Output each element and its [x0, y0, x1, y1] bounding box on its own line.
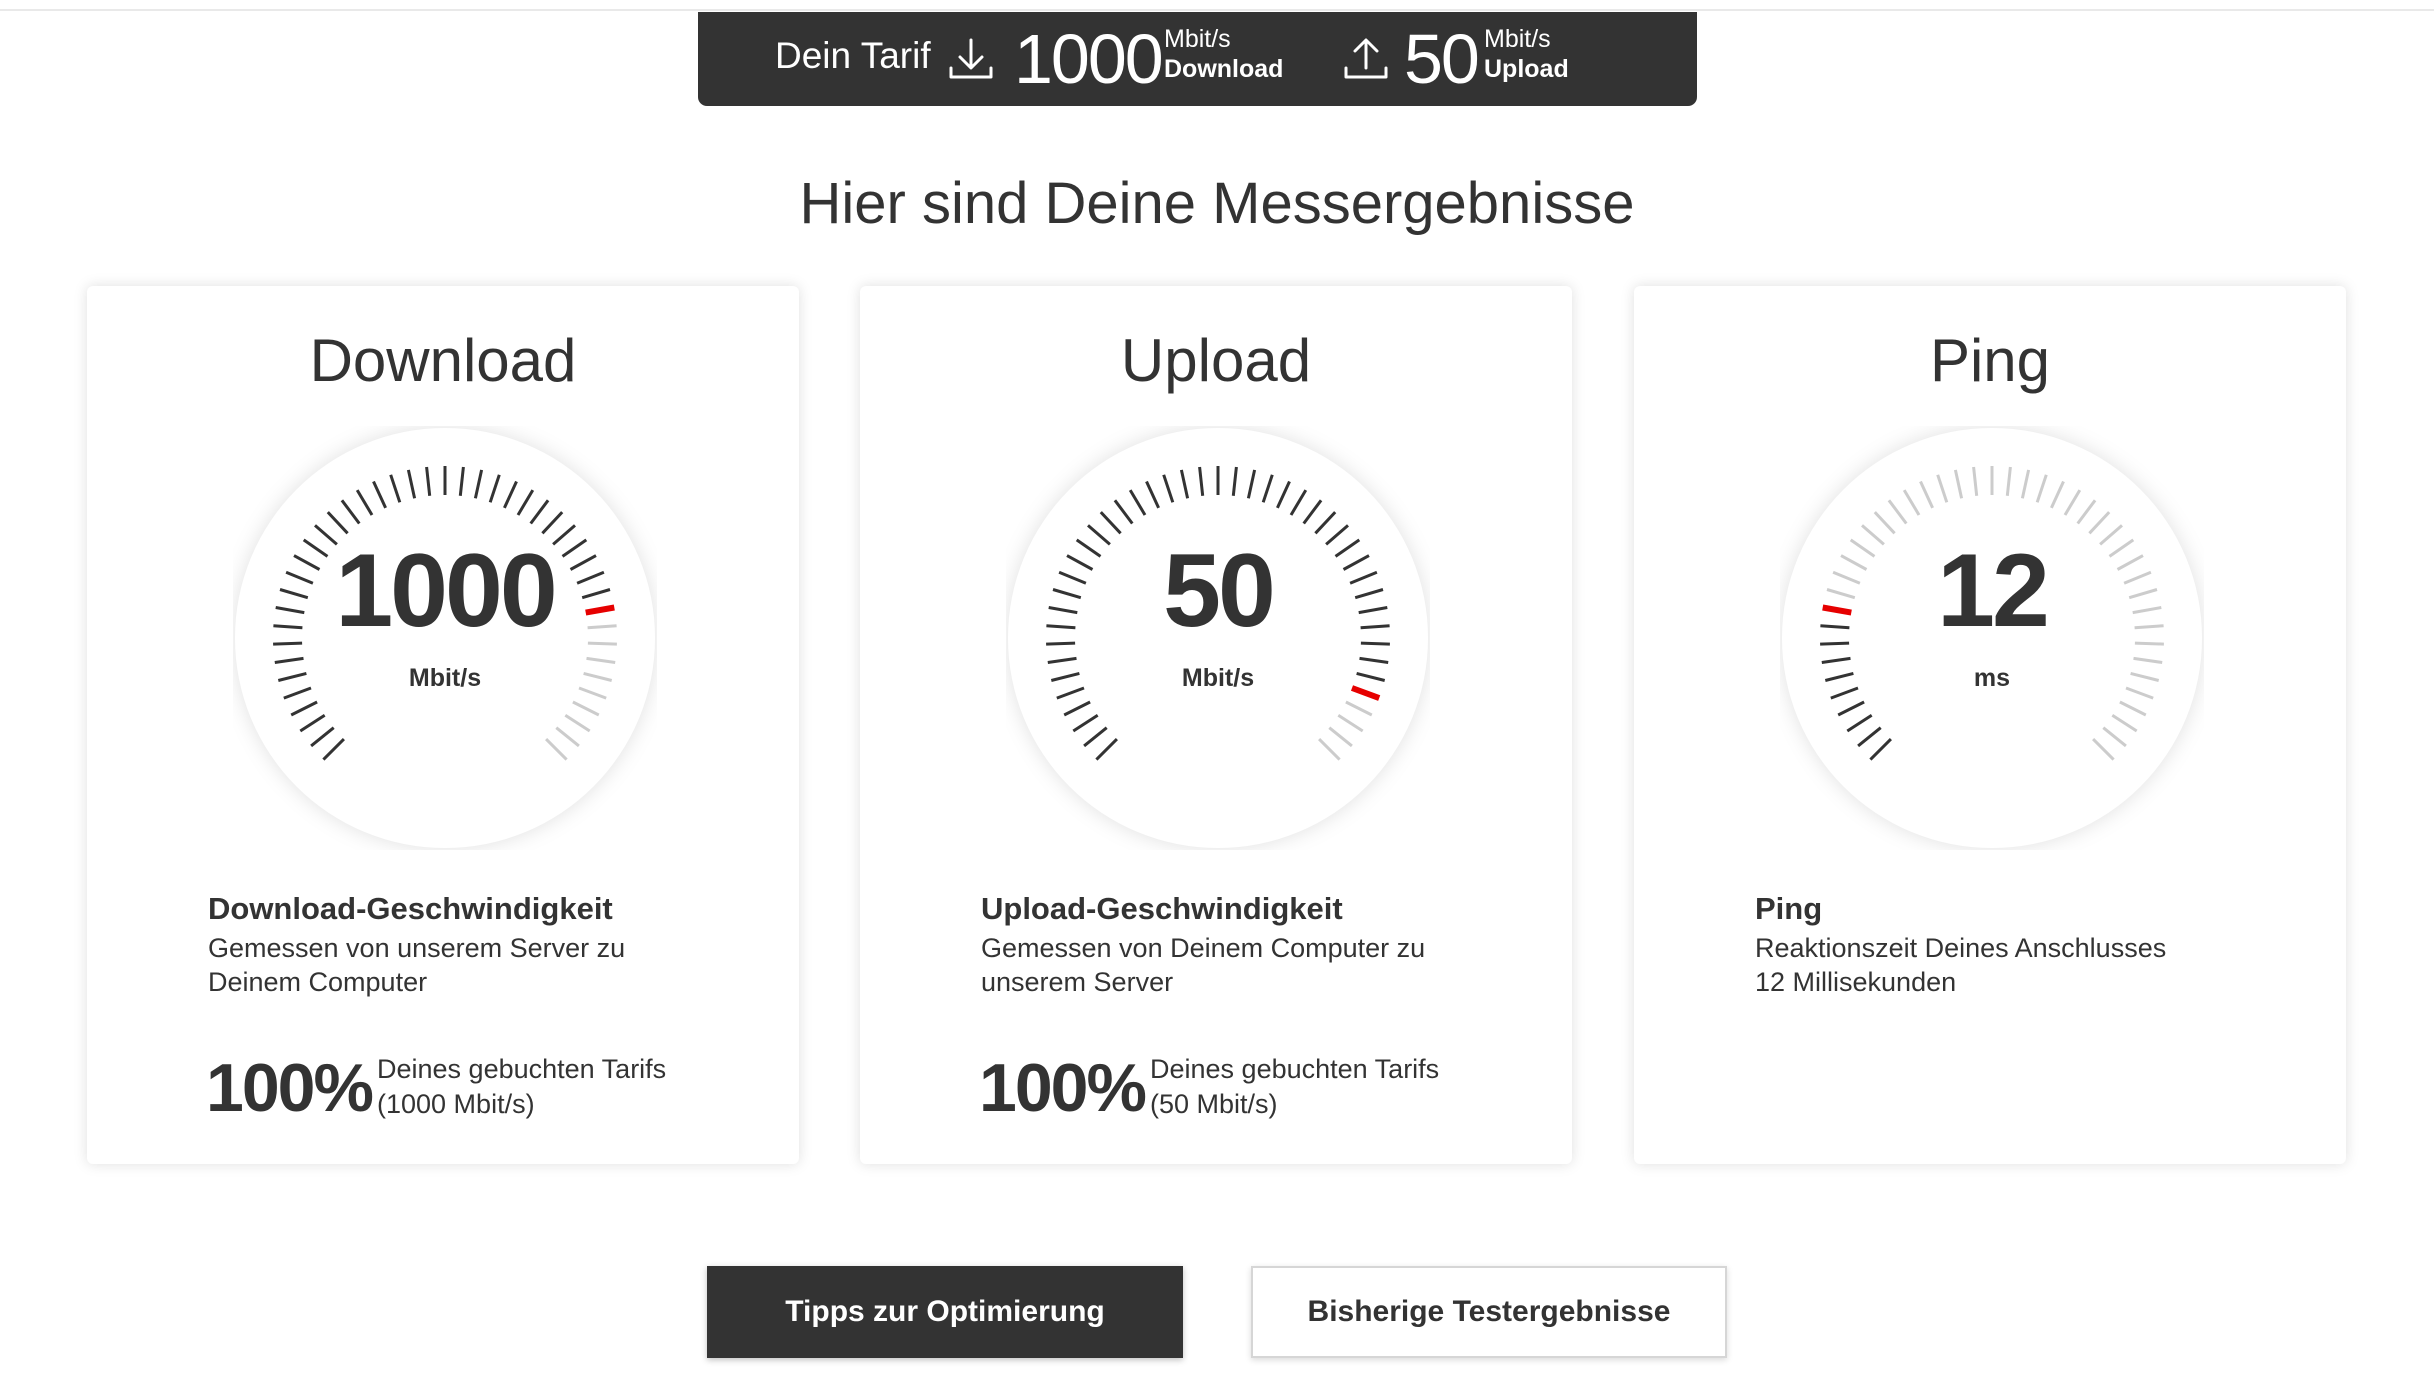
gauge-value: 1000	[335, 533, 554, 649]
gauge-tick	[587, 641, 617, 646]
metric-description-line: Gemessen von unserem Server zu	[208, 933, 626, 963]
ping-card: Ping 12 ms Ping Reaktionszeit Deines Ans…	[1634, 286, 2346, 1164]
metric-title: Upload-Geschwindigkeit	[981, 891, 1343, 926]
metric-description-line: Deinem Computer	[208, 967, 428, 997]
gauge-tick	[2134, 641, 2164, 646]
gauge-tick	[1820, 641, 1850, 646]
card-title: Upload	[1120, 327, 1312, 394]
gauge-value: 50	[1163, 533, 1273, 649]
upload-gauge: 50 Mbit/s	[1008, 428, 1428, 848]
download-gauge: 1000 Mbit/s	[235, 428, 655, 848]
gauge-tick	[273, 624, 303, 630]
metric-description-line: unserem Server	[981, 967, 1174, 997]
tariff-download-value: 1000	[1014, 20, 1164, 98]
card-title: Ping	[1929, 327, 2051, 394]
page-title: Hier sind Deine Messergebnisse	[799, 171, 1635, 236]
metric-description-line: Gemessen von Deinem Computer zu	[981, 933, 1426, 963]
metric-description: Gemessen von Deinem Computer zu unserem …	[981, 931, 1501, 999]
tariff-upload-unit: Mbit/s	[1484, 25, 1551, 53]
percentage-note-line: (1000 Mbit/s)	[377, 1089, 535, 1119]
tariff-percentage-note: Deines gebuchten Tarifs (1000 Mbit/s)	[377, 1052, 737, 1122]
download-arrow-icon	[949, 38, 993, 79]
metric-title: Download-Geschwindigkeit	[208, 891, 613, 926]
metric-description-line: Reaktionszeit Deines Anschlusses	[1755, 933, 2167, 963]
tariff-upload-label: Upload	[1484, 55, 1569, 83]
tariff-percentage-note: Deines gebuchten Tarifs (50 Mbit/s)	[1150, 1052, 1510, 1122]
previous-results-button[interactable]: Bisherige Testergebnisse	[1251, 1266, 1727, 1358]
ping-gauge: 12 ms	[1782, 428, 2202, 848]
gauge-unit: ms	[1974, 664, 2010, 692]
gauge-unit: Mbit/s	[409, 664, 481, 692]
tariff-upload-value: 50	[1404, 20, 1480, 98]
tariff-label: Dein Tarif	[775, 35, 931, 76]
percentage-note-line: Deines gebuchten Tarifs	[377, 1054, 667, 1084]
gauge-tick	[1360, 624, 1390, 630]
gauge-value: 12	[1937, 533, 2047, 649]
metric-description: Gemessen von unserem Server zu Deinem Co…	[208, 931, 728, 999]
upload-card: Upload 50 Mbit/s Upload-Geschwindigkeit …	[860, 286, 1572, 1164]
gauge-tick	[2134, 624, 2164, 630]
gauge-tick	[273, 641, 303, 646]
top-divider	[0, 9, 2434, 11]
tariff-download-unit: Mbit/s	[1164, 25, 1231, 53]
tips-optimization-button[interactable]: Tipps zur Optimierung	[707, 1266, 1183, 1358]
metric-description-line: 12 Millisekunden	[1755, 967, 1957, 997]
gauge-unit: Mbit/s	[1182, 664, 1254, 692]
metric-description: Reaktionszeit Deines Anschlusses 12 Mill…	[1755, 931, 2275, 999]
percentage-note-line: Deines gebuchten Tarifs	[1150, 1054, 1440, 1084]
gauge-tick	[1046, 624, 1076, 630]
download-card: Download 1000 Mbit/s Download-Geschwindi…	[87, 286, 799, 1164]
metric-title: Ping	[1755, 891, 1823, 926]
gauge-tick	[1360, 641, 1390, 646]
tariff-download-label: Download	[1164, 55, 1284, 83]
tariff-percentage: 100%	[206, 1050, 374, 1126]
tariff-bar: Dein Tarif 1000 Mbit/s Download 50 Mbit/…	[698, 12, 1697, 106]
gauge-tick	[587, 624, 617, 630]
upload-arrow-icon	[1344, 38, 1388, 79]
tariff-percentage: 100%	[979, 1050, 1147, 1126]
percentage-note-line: (50 Mbit/s)	[1150, 1089, 1278, 1119]
gauge-tick	[1820, 624, 1850, 630]
card-title: Download	[309, 327, 577, 394]
gauge-tick	[1046, 641, 1076, 646]
